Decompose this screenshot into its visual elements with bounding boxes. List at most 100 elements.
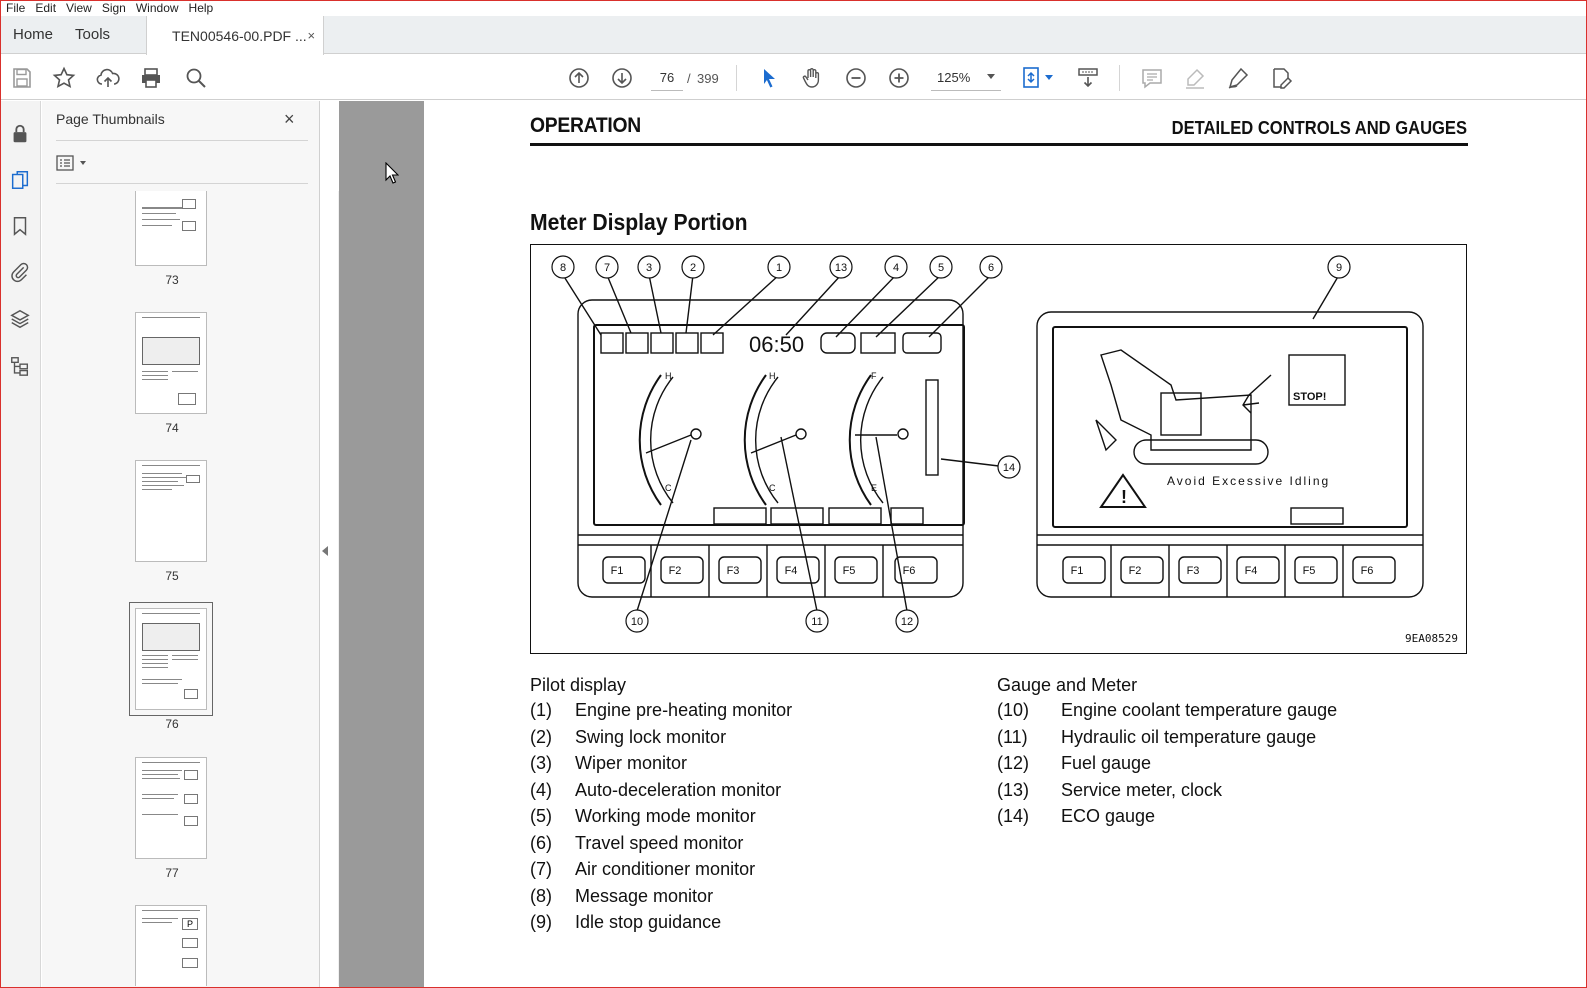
- thumbnail-label: 75: [165, 569, 179, 583]
- pdf-page: OPERATION DETAILED CONTROLS AND GAUGES M…: [424, 101, 1547, 987]
- legend-item-label: Air conditioner monitor: [575, 859, 756, 879]
- legend-item-number: (1): [530, 700, 552, 720]
- edit-pdf-icon[interactable]: [1268, 65, 1294, 91]
- svg-text:C: C: [665, 483, 672, 493]
- svg-text:11: 11: [811, 616, 822, 628]
- bookmark-star-icon[interactable]: [51, 65, 77, 91]
- menu-window[interactable]: Window: [131, 1, 184, 16]
- upload-cloud-icon[interactable]: [95, 65, 121, 91]
- page-thumbnails-icon[interactable]: [7, 167, 33, 193]
- legend-item-label: Hydraulic oil temperature gauge: [1061, 726, 1317, 747]
- meter-display-diagram: 8 7 3 2 1 13 4 5 6 9 14 10 11 12 06:50 H C H C F…: [551, 255, 1424, 633]
- tab-home[interactable]: Home: [1, 16, 65, 54]
- svg-text:F6: F6: [1361, 565, 1374, 577]
- menu-sign[interactable]: Sign: [97, 1, 131, 16]
- svg-text:F6: F6: [903, 565, 916, 577]
- menu-file[interactable]: File: [1, 1, 30, 16]
- svg-text:9: 9: [1336, 262, 1342, 274]
- thumbnail-page-current[interactable]: [129, 602, 213, 716]
- legend-item-label: Service meter, clock: [1061, 779, 1223, 800]
- fit-dropdown-caret-icon[interactable]: [1045, 75, 1053, 80]
- legend-item: (10) Engine coolant temperature gauge: [997, 700, 1337, 721]
- zoom-in-icon[interactable]: [886, 65, 912, 91]
- zoom-level-select[interactable]: 125%: [931, 65, 1001, 91]
- legend-item-label: Swing lock monitor: [575, 726, 727, 747]
- svg-text:13: 13: [835, 262, 847, 274]
- document-viewport[interactable]: OPERATION DETAILED CONTROLS AND GAUGES M…: [339, 101, 1547, 987]
- thumbnail-page[interactable]: [135, 460, 207, 562]
- legend-item-number: (7): [530, 859, 552, 879]
- legend-item-label: Engine pre-heating monitor: [575, 700, 793, 720]
- page-thumbnails-panel: Page Thumbnails × 73 74 75 76 77 P: [42, 101, 352, 987]
- zoom-out-icon[interactable]: [843, 65, 869, 91]
- navigation-rail: [1, 101, 41, 987]
- legend-item: (5) Working mode monitor: [530, 806, 756, 827]
- thumbnail-label: 73: [165, 273, 179, 287]
- legend-item: (12) Fuel gauge: [997, 753, 1151, 774]
- content-structure-icon[interactable]: [7, 353, 33, 379]
- lock-icon[interactable]: [7, 121, 33, 147]
- print-icon[interactable]: [138, 65, 164, 91]
- acrobat-window: File Edit View Sign Window Help Home Too…: [0, 0, 1587, 988]
- thumbnail-label: 74: [165, 421, 179, 435]
- comment-icon[interactable]: [1139, 65, 1165, 91]
- meter-display-figure: 8 7 3 2 1 13 4 5 6 9 14 10 11 12 06:50 H C H C F…: [530, 244, 1467, 654]
- svg-text:E: E: [871, 483, 877, 493]
- thumbnail-options-button[interactable]: [56, 153, 92, 173]
- legend-item: (9) Idle stop guidance: [530, 912, 721, 933]
- menu-help[interactable]: Help: [184, 1, 219, 16]
- zoom-search-icon[interactable]: [183, 65, 209, 91]
- svg-text:Avoid Excessive Idling: Avoid Excessive Idling: [1167, 474, 1330, 488]
- menu-edit[interactable]: Edit: [30, 1, 61, 16]
- svg-text:F2: F2: [669, 565, 682, 577]
- collapse-panel-icon[interactable]: [322, 546, 328, 556]
- section-title: Meter Display Portion: [530, 209, 748, 235]
- thumbnail-page[interactable]: P: [135, 905, 207, 986]
- svg-text:H: H: [665, 371, 672, 381]
- select-cursor-icon[interactable]: [756, 65, 782, 91]
- hand-tool-icon[interactable]: [799, 65, 825, 91]
- sign-pen-icon[interactable]: [1225, 65, 1251, 91]
- page-header-right: DETAILED CONTROLS AND GAUGES: [1171, 118, 1467, 138]
- legend-item-label: Idle stop guidance: [575, 912, 722, 932]
- legend-item-number: (14): [997, 806, 1030, 826]
- legend-item: (14) ECO gauge: [997, 806, 1155, 827]
- toolbar-divider: [1119, 65, 1120, 91]
- menu-view[interactable]: View: [61, 1, 97, 16]
- next-page-icon[interactable]: [609, 65, 635, 91]
- figure-id: 9EA08529: [1405, 632, 1458, 645]
- svg-text:14: 14: [1003, 462, 1015, 474]
- highlight-pen-icon[interactable]: [1182, 65, 1208, 91]
- legend-item: (6) Travel speed monitor: [530, 833, 743, 854]
- bookmarks-icon[interactable]: [7, 213, 33, 239]
- attachments-icon[interactable]: [7, 259, 33, 285]
- scroll-mode-icon[interactable]: [1075, 65, 1101, 91]
- legend-item-number: (12): [997, 753, 1030, 773]
- fit-page-icon[interactable]: [1019, 65, 1045, 91]
- toolbar: 76 / 399 125%: [1, 55, 1586, 100]
- legend-item-number: (11): [997, 726, 1028, 747]
- save-icon[interactable]: [9, 65, 35, 91]
- page-separator: /: [687, 71, 691, 86]
- thumbnail-page[interactable]: [135, 757, 207, 859]
- panel-title: Page Thumbnails: [56, 111, 165, 127]
- thumbnail-page[interactable]: [135, 312, 207, 414]
- legend-item-label: Working mode monitor: [575, 806, 756, 826]
- previous-page-icon[interactable]: [566, 65, 592, 91]
- tab-tools[interactable]: Tools: [65, 16, 122, 54]
- close-tab-icon[interactable]: ×: [307, 28, 315, 43]
- svg-text:F4: F4: [1245, 565, 1258, 577]
- legend-item-number: (10): [997, 700, 1030, 720]
- header-rule: [530, 143, 1468, 146]
- legend-item-label: Fuel gauge: [1061, 753, 1152, 773]
- layers-icon[interactable]: [7, 306, 33, 332]
- legend-item: (7) Air conditioner monitor: [530, 859, 755, 880]
- legend-item: (3) Wiper monitor: [530, 753, 687, 774]
- page-number-input[interactable]: 76: [651, 65, 683, 91]
- tab-document[interactable]: TEN00546-00.PDF ... ×: [146, 16, 325, 55]
- legend-item: (2) Swing lock monitor: [530, 727, 726, 748]
- pilot-display-heading: Pilot display: [530, 675, 627, 695]
- thumbnail-page[interactable]: [135, 191, 207, 266]
- close-panel-icon[interactable]: ×: [284, 109, 295, 130]
- legend-item-label: Wiper monitor: [575, 753, 688, 773]
